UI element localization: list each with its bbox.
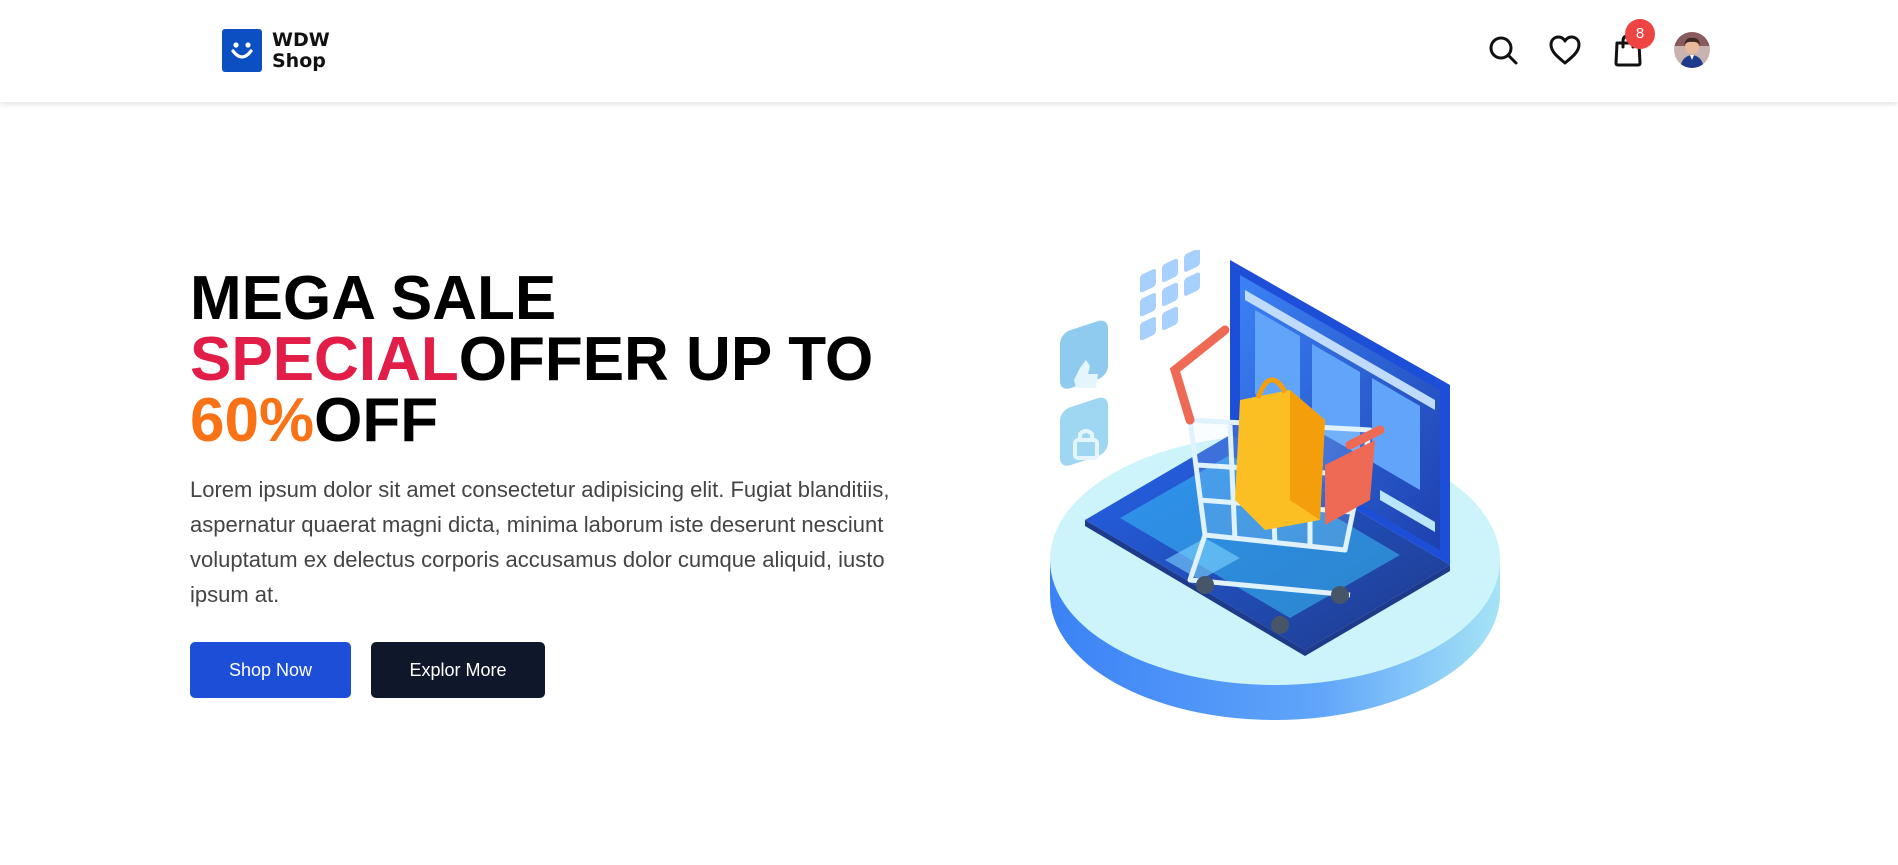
explore-more-button[interactable]: Explor More [371,642,545,698]
brand-line-1: WDW [272,28,330,51]
offer-text: OFFER UP TO [458,325,874,394]
hero-title-line-3: 60%OFF [190,390,873,452]
special-text: SPECIAL [190,325,459,394]
search-icon[interactable] [1483,30,1523,70]
smile-logo-icon [222,29,262,72]
brand-name: WDW Shop [272,28,330,72]
heart-icon[interactable] [1545,30,1585,70]
shop-now-button[interactable]: Shop Now [190,642,351,698]
site-header: WDW Shop 8 [0,0,1898,102]
hero-title-line-1: MEGA SALE [190,264,557,333]
cart-count-badge: 8 [1625,19,1655,49]
percent-text: 60% [190,386,315,455]
hero-title-line-2: SPECIALOFFER UP TO [190,329,873,391]
shopping-cart-laptop-illustration [1040,212,1510,730]
brand-line-2: Shop [272,49,326,72]
avatar[interactable] [1674,32,1710,68]
hero-title: MEGA SALE SPECIALOFFER UP TO 60%OFF [190,264,873,452]
hero-description: Lorem ipsum dolor sit amet consectetur a… [190,477,890,607]
brand-logo[interactable]: WDW Shop [222,29,330,72]
off-text: OFF [314,386,439,455]
